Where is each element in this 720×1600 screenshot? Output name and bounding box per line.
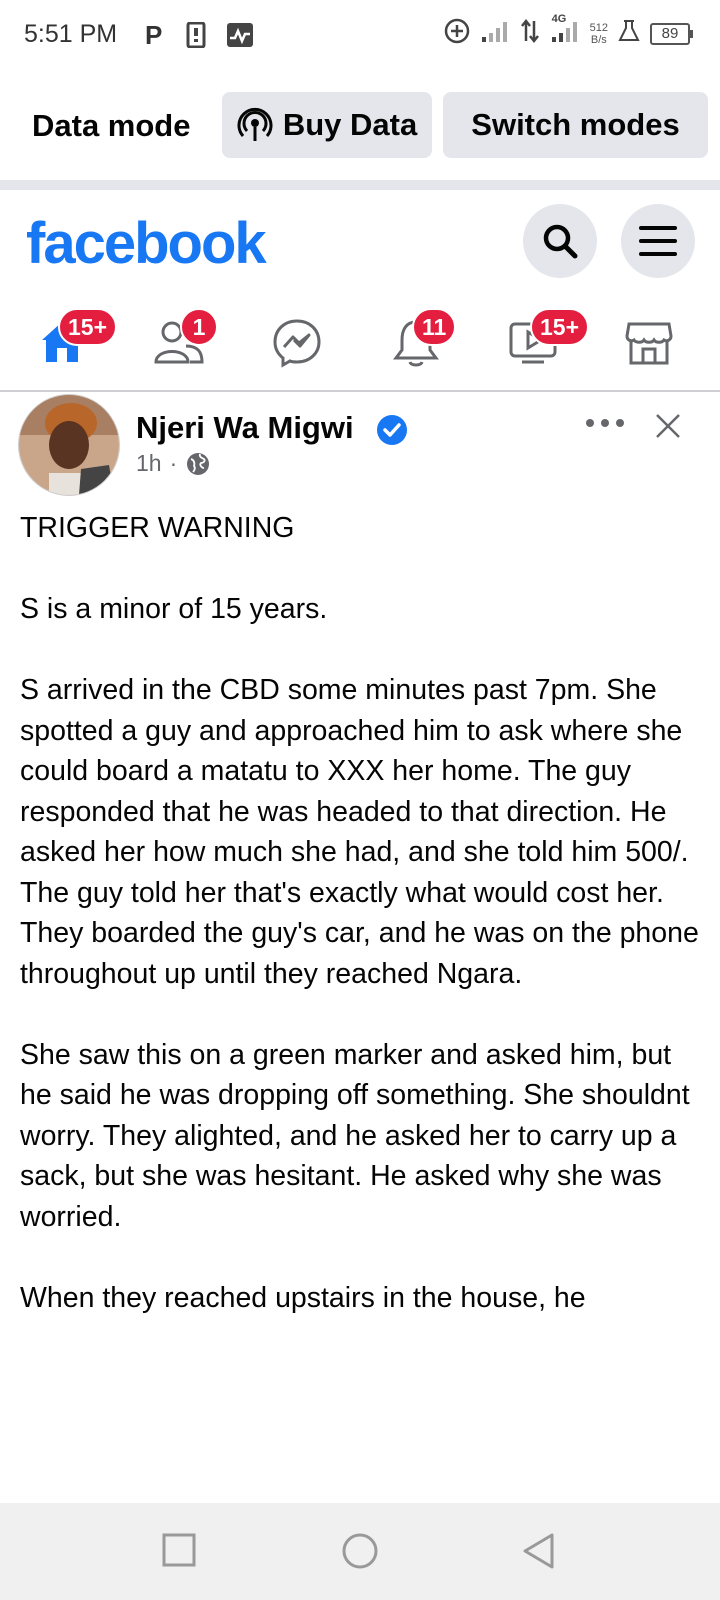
sim-icon [186,21,206,53]
post-paragraph: When they reached upstairs in the house,… [20,1281,586,1314]
status-right: 4G 512 B/s 89 [444,13,693,49]
switch-modes-label: Switch modes [471,107,680,142]
buy-data-label: Buy Data [282,107,418,142]
separator [0,180,720,190]
globe-icon [187,452,210,475]
data-mode-label: Data mode [32,108,191,143]
meta-separator: · [169,450,178,476]
net-speed-value: 512 [589,21,608,34]
post-paragraph: They boarded the guy's car, and he was o… [20,917,699,990]
battery-indicator: 89 [650,22,693,45]
post-paragraph: S is a minor of 15 years. [20,593,328,625]
data-arrows-icon [520,18,540,49]
watch-badge: 15+ [530,308,590,346]
back-button[interactable] [522,1533,556,1574]
post-paragraph: She saw this on a green marker and asked… [20,1038,690,1233]
switch-modes-button[interactable]: Switch modes [443,92,708,158]
post-meta: 1h · [136,450,211,477]
status-bar: 5:51 PM P 4G 512 B/s 89 [0,0,720,72]
post-time[interactable]: 1h [136,450,162,477]
net-speed: 512 B/s [590,22,608,46]
post-text: TRIGGER WARNING S is a minor of 15 years… [20,508,710,1318]
verified-badge-icon [376,414,408,451]
home-badge: 15+ [58,308,118,346]
signal-icon [480,19,510,48]
data-mode-bar: Data mode Buy Data Switch modes [0,88,720,160]
flask-icon [618,19,640,48]
post-paragraph: TRIGGER WARNING [20,512,295,544]
profile-photo [19,395,119,495]
tab-notifications[interactable]: 11 [382,308,457,368]
tab-marketplace[interactable] [614,308,684,368]
home-system-button[interactable] [342,1533,378,1574]
more-options-icon[interactable] [585,416,625,435]
avatar[interactable] [18,394,120,496]
buy-data-button[interactable]: Buy Data [222,92,432,158]
notifications-badge: 11 [412,308,457,346]
author-name[interactable]: Njeri Wa Migwi [136,410,354,446]
status-time: 5:51 PM [24,20,118,48]
friends-badge: 1 [180,308,218,346]
circle-icon [342,1533,378,1569]
broadcast-icon [237,107,273,141]
tab-watch[interactable]: 15+ [498,308,590,368]
close-icon[interactable] [654,412,682,445]
menu-button[interactable] [621,204,695,278]
signal-4g-icon: 4G [550,13,580,48]
add-circle-icon [444,18,470,49]
post-paragraph: S arrived in the CBD some minutes past 7… [20,674,689,909]
tab-messenger[interactable] [262,308,332,368]
tab-bar: 15+ 1 11 15+ [0,294,720,390]
marketplace-icon [625,322,673,365]
app-header: facebook [0,190,720,286]
facebook-logo[interactable]: facebook [26,210,267,277]
activity-icon [226,22,254,53]
messenger-icon [273,319,321,368]
back-triangle-icon [523,1533,554,1569]
tab-home[interactable]: 15+ [28,308,118,368]
square-icon [162,1533,196,1567]
network-label: 4G [551,13,567,25]
hamburger-icon [639,226,677,256]
search-button[interactable] [523,204,597,278]
tab-friends[interactable]: 1 [144,308,218,368]
search-icon [543,224,578,259]
parking-icon: P [145,20,163,50]
net-speed-unit: B/s [590,33,607,46]
system-navigation-bar [0,1503,720,1600]
recents-button[interactable] [162,1533,196,1572]
post-header: Njeri Wa Migwi 1h · [0,392,720,502]
